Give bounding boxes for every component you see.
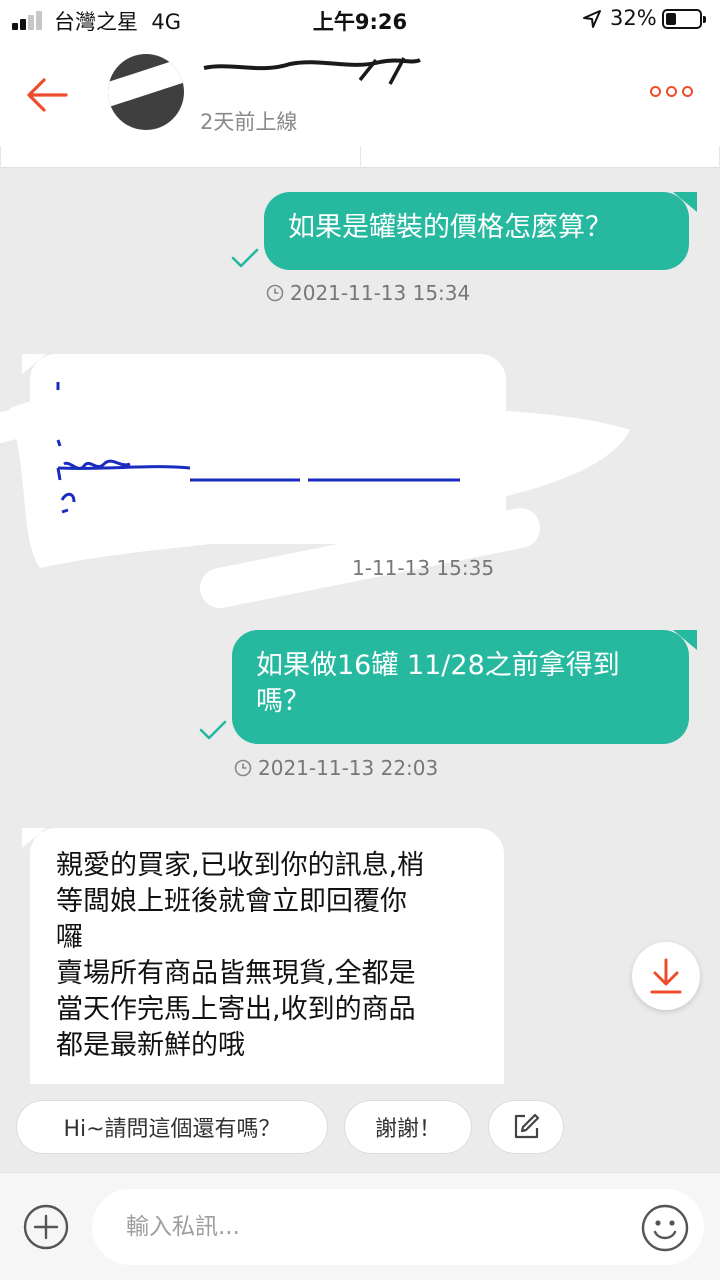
message-timestamp: 1-11-13 15:35 — [352, 556, 495, 580]
edit-icon — [514, 1113, 540, 1139]
back-arrow-icon[interactable] — [22, 70, 72, 120]
battery-icon — [662, 9, 706, 29]
location-arrow-icon — [583, 10, 601, 28]
sent-check-icon — [199, 720, 227, 740]
message-composer — [0, 1172, 720, 1280]
message-input[interactable] — [92, 1189, 704, 1265]
battery-percent: 32% — [610, 6, 657, 30]
last-online-status: 2天前上線 — [200, 110, 298, 134]
message-text: 如果是罐裝的價格怎麼算？ — [288, 212, 612, 243]
message-timestamp: 2021-11-13 22:03 — [234, 755, 438, 781]
more-dot-icon — [682, 86, 693, 97]
chat-area[interactable]: 如果是罐裝的價格怎麼算？ 2021-11-13 15:34 1-11-13 15… — [0, 168, 720, 1084]
quick-reply-chip[interactable]: Hi~請問這個還有嗎？ — [16, 1100, 328, 1154]
message-line: 當天作完馬上寄出,收到的商品 — [56, 994, 416, 1025]
message-text: 如果做16罐 11/28之前拿得到嗎？ — [256, 650, 620, 717]
edit-quick-replies-button[interactable] — [488, 1100, 564, 1154]
emoji-icon[interactable] — [640, 1203, 690, 1253]
more-dot-icon — [666, 86, 677, 97]
quick-reply-bar: Hi~請問這個還有嗎？ 謝謝！ — [0, 1084, 720, 1172]
chat-header: 2天前上線 — [0, 40, 720, 146]
battery-level — [666, 13, 676, 25]
avatar[interactable] — [108, 54, 184, 130]
status-bar: 台灣之星 4G 上午9:26 32% — [0, 0, 720, 40]
message-bubble-incoming[interactable]: 親愛的買家,已收到你的訊息,梢 等闆娘上班後就會立即回覆你 囉 賣場所有商品皆無… — [22, 828, 504, 1084]
clock-icon — [234, 759, 252, 777]
message-line: 賣場所有商品皆無現貨,全都是 — [56, 958, 416, 989]
add-attachment-icon[interactable] — [22, 1203, 70, 1251]
message-bubble-incoming[interactable] — [22, 354, 506, 544]
redacted-username — [203, 57, 421, 87]
header-divider — [0, 146, 720, 168]
scroll-to-bottom-button[interactable] — [632, 942, 700, 1010]
message-line: 等闆娘上班後就會立即回覆你 — [56, 886, 407, 917]
quick-reply-chip[interactable]: 謝謝！ — [344, 1100, 472, 1154]
message-line: 囉 — [56, 922, 83, 953]
message-timestamp: 2021-11-13 15:34 — [266, 280, 470, 306]
message-bubble-outgoing[interactable]: 如果是罐裝的價格怎麼算？ — [264, 192, 697, 270]
sent-check-icon — [231, 248, 259, 268]
message-line: 都是最新鮮的哦 — [56, 1030, 245, 1061]
arrow-down-icon — [650, 958, 682, 994]
message-bubble-outgoing[interactable]: 如果做16罐 11/28之前拿得到嗎？ — [232, 630, 697, 744]
clock-icon — [266, 284, 284, 302]
message-line: 親愛的買家,已收到你的訊息,梢 — [56, 850, 425, 881]
more-dot-icon — [650, 86, 661, 97]
more-options-button[interactable] — [646, 78, 696, 108]
